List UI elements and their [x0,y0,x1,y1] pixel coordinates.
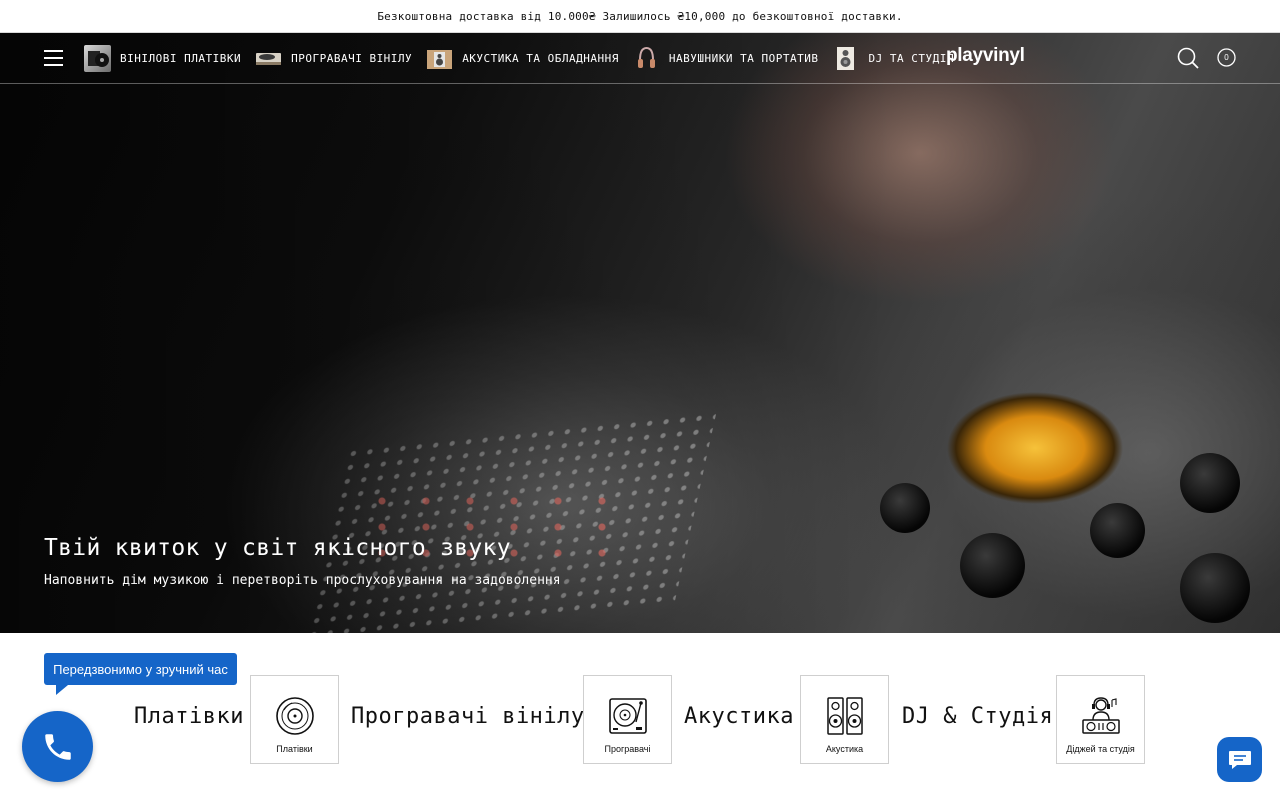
hero-subheadline: Наповнить дім музикою і перетворіть прос… [44,573,561,588]
nav-item-label: DJ ТА СТУДІЯ [868,51,954,65]
vinyl-records-thumbnail [84,44,111,72]
hero-banner: Твій квиток у світ якісного звуку Наповн… [0,33,1280,633]
announcement-bar: Безкоштовна доставка від 10.000₴ Залишил… [0,0,1280,33]
cart-icon[interactable]: 0 [1217,48,1236,67]
category-card-dj-studio[interactable]: Діджей та студія [1056,675,1145,764]
turntable-thumbnail [255,45,282,72]
category-card-label: Акустика [825,744,864,754]
speaker-thumbnail [426,45,453,72]
announcement-text: Безкоштовна доставка від 10.000₴ Залишил… [377,9,903,23]
dj-speaker-thumbnail [832,45,859,72]
category-title-records[interactable]: Платівки [134,704,244,729]
dj-icon [1081,697,1120,734]
category-title-turntables[interactable]: Програвачі вінілу [351,704,585,729]
callback-tooltip[interactable]: Передзвонимо у зручний час [44,653,237,695]
vinyl-record-icon [275,697,314,735]
headphones-thumbnail [633,45,660,72]
category-card-acoustics[interactable]: Акустика [800,675,889,764]
nav-item-label: НАВУШНИКИ ТА ПОРТАТИВ [668,51,819,65]
main-nav: ВІНІЛОВІ ПЛАТІВКИ ПРОГРАВАЧІ ВІНІЛУ АКУС… [84,42,968,74]
turntable-icon [608,698,647,734]
category-card-records[interactable]: Платівки [250,675,339,764]
nav-item-acoustics[interactable]: АКУСТИКА ТА ОБЛАДНАННЯ [426,45,619,72]
category-card-label: Платівки [276,744,313,754]
callback-tooltip-text: Передзвонимо у зручний час [53,661,228,677]
search-icon[interactable] [1177,47,1199,69]
nav-item-turntables[interactable]: ПРОГРАВАЧІ ВІНІЛУ [255,45,412,72]
nav-item-dj-studio[interactable]: DJ ТА СТУДІЯ [832,45,953,72]
phone-icon [44,733,71,760]
category-card-turntables[interactable]: Програвачі [583,675,672,764]
chat-button[interactable] [1217,737,1262,782]
category-title-dj-studio[interactable]: DJ & Студія [902,704,1053,729]
nav-item-label: ВІНІЛОВІ ПЛАТІВКИ [120,51,242,65]
callback-button[interactable] [22,711,93,782]
nav-item-vinyl-records[interactable]: ВІНІЛОВІ ПЛАТІВКИ [84,44,242,72]
category-title-acoustics[interactable]: Акустика [684,704,794,729]
hero-headline: Твій квиток у світ якісного звуку [44,535,511,561]
cart-count: 0 [1224,53,1229,62]
nav-item-headphones[interactable]: НАВУШНИКИ ТА ПОРТАТИВ [633,45,819,72]
nav-item-label: АКУСТИКА ТА ОБЛАДНАННЯ [462,51,619,65]
site-logo[interactable]: playvinyl [946,45,1025,67]
hamburger-menu-icon[interactable] [44,50,63,66]
nav-item-label: ПРОГРАВАЧІ ВІНІЛУ [291,51,413,65]
chat-icon [1228,750,1251,769]
site-header: ВІНІЛОВІ ПЛАТІВКИ ПРОГРАВАЧІ ВІНІЛУ АКУС… [0,33,1280,84]
category-card-label: Програвачі [604,744,651,754]
category-card-label: Діджей та студія [1066,744,1135,754]
speakers-icon [826,697,863,735]
